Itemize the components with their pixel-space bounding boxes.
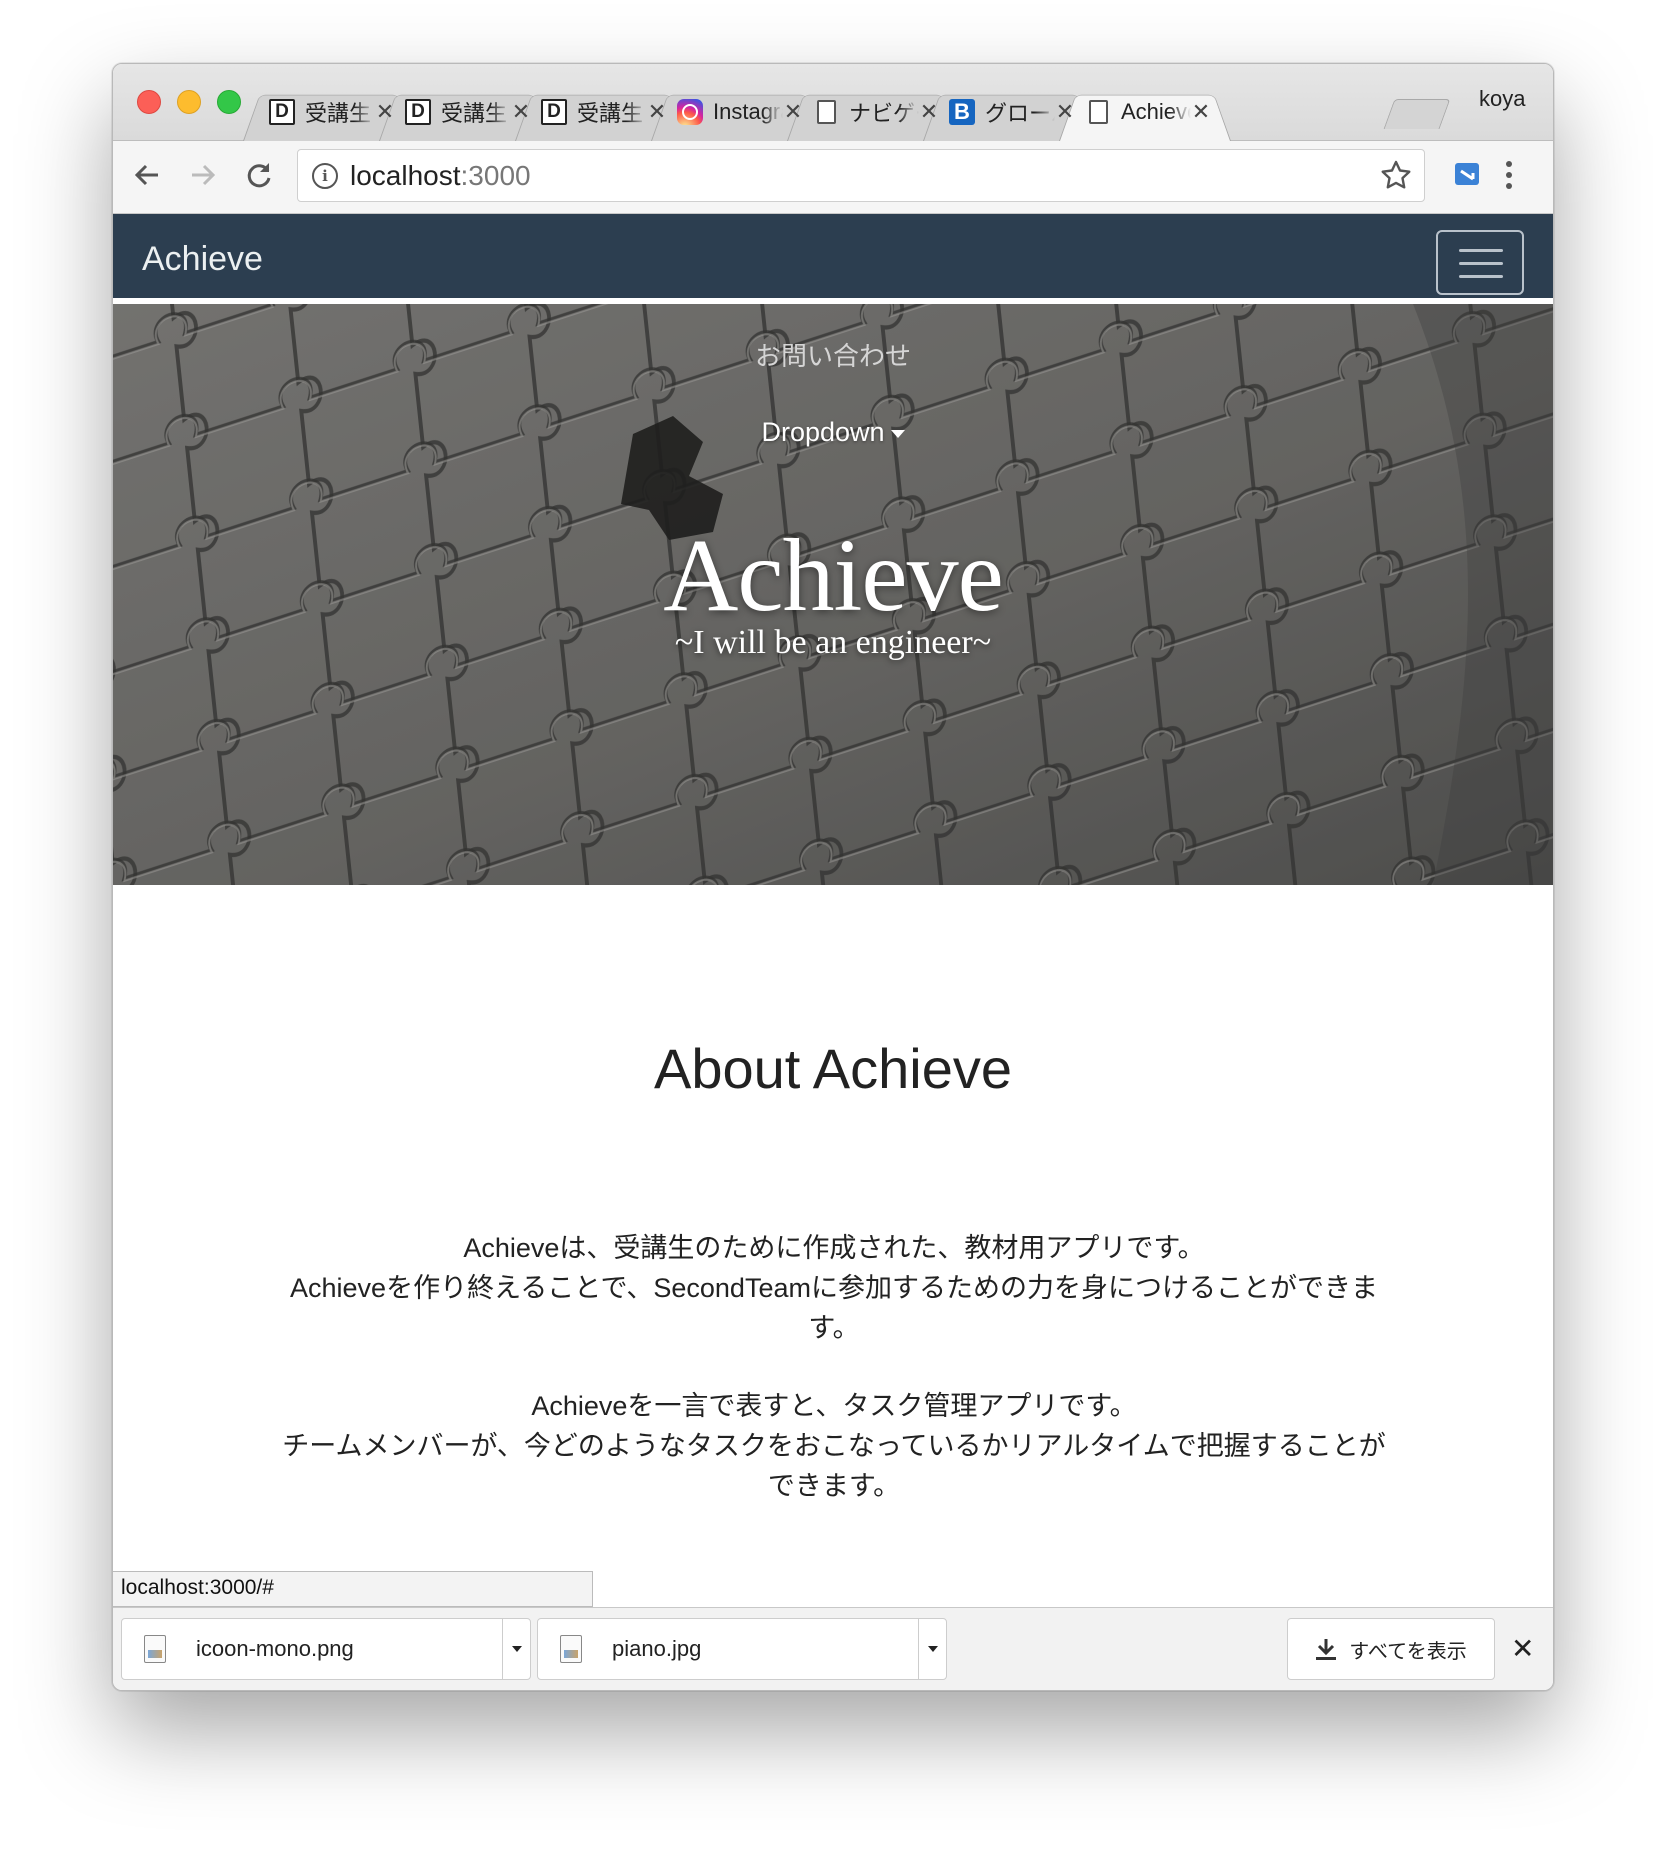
nav-dropdown-toggle[interactable]: Dropdown xyxy=(113,417,1553,448)
download-filename: icoon-mono.png xyxy=(196,1636,354,1661)
tab-7-active[interactable]: Achieve ✕ xyxy=(1065,82,1225,141)
address-bar[interactable]: i localhost:3000 xyxy=(297,149,1425,202)
show-all-label: すべてを表示 xyxy=(1349,1640,1467,1663)
download-icon xyxy=(1316,1639,1337,1660)
back-button[interactable] xyxy=(127,155,167,195)
site-brand[interactable]: Achieve xyxy=(142,240,263,279)
d-icon: D xyxy=(405,98,431,125)
bookmark-star-icon[interactable] xyxy=(1380,159,1412,196)
profile-name[interactable]: koya xyxy=(1479,86,1525,112)
nav-link-contact[interactable]: お問い合わせ xyxy=(113,336,1553,373)
show-all-downloads-button[interactable]: すべてを表示 xyxy=(1287,1618,1495,1680)
about-p2-line1: Achieveを一言で表すと、タスク管理アプリです。 xyxy=(531,1391,1137,1421)
close-icon[interactable]: ✕ xyxy=(783,99,803,125)
info-icon[interactable]: i xyxy=(312,162,338,189)
site-navbar: Achieve xyxy=(113,214,1553,301)
close-icon[interactable]: ✕ xyxy=(647,99,667,125)
about-p1-line2: Achieveを作り終えることで、SecondTeamに参加するための力を身につ… xyxy=(290,1273,1378,1343)
page-icon xyxy=(1085,99,1111,125)
hero-header: お問い合わせ Dropdown Achieve ~I will be an en… xyxy=(113,304,1553,885)
hero-subtitle: ~I will be an engineer~ xyxy=(674,624,992,661)
close-icon[interactable]: ✕ xyxy=(919,99,939,125)
arrow-left-icon xyxy=(134,164,158,186)
extension-icon[interactable] xyxy=(1453,159,1483,194)
d-icon: D xyxy=(541,98,567,125)
close-icon[interactable]: ✕ xyxy=(1191,99,1211,125)
tab-title: グローバル xyxy=(985,100,1055,126)
zoom-window-button[interactable] xyxy=(217,90,241,114)
new-tab-button[interactable] xyxy=(1383,99,1451,129)
close-icon[interactable]: ✕ xyxy=(1055,99,1075,125)
tab-strip: D 受講生 ✕ D 受講生 ✕ D 受講生 ✕ Instagram ✕ ナビゲー… xyxy=(113,64,1553,141)
instagram-icon xyxy=(677,98,703,125)
reload-icon xyxy=(247,163,271,188)
status-bar-url: localhost:3000/# xyxy=(113,1571,593,1607)
about-paragraph-1: Achieveは、受講生のために作成された、教材用アプリです。 Achieveを… xyxy=(273,1228,1395,1348)
close-icon[interactable]: ✕ xyxy=(511,99,531,125)
forward-button[interactable] xyxy=(183,155,223,195)
browser-toolbar: i localhost:3000 xyxy=(113,141,1553,214)
tab-title: Achieve xyxy=(1121,98,1191,124)
tab-title: ナビゲーション xyxy=(849,100,919,126)
download-item[interactable]: piano.jpg xyxy=(537,1618,947,1680)
about-p1-line1: Achieveは、受講生のために作成された、教材用アプリです。 xyxy=(463,1233,1205,1263)
dropdown-label: Dropdown xyxy=(761,417,885,447)
url-host: localhost xyxy=(350,159,461,191)
about-p2-line2: チームメンバーが、今どのようなタスクをおこなっているかリアルタイムで把握すること… xyxy=(282,1431,1386,1501)
b-icon: B xyxy=(949,98,975,125)
d-icon: D xyxy=(269,98,295,125)
tab-title: 受講生 xyxy=(305,100,372,126)
page-content: Achieve お問い合わせ Dropdown Achieve ~I will … xyxy=(113,214,1553,1632)
caret-down-icon xyxy=(890,429,905,438)
close-icon[interactable]: ✕ xyxy=(1511,1632,1534,1665)
download-item[interactable]: icoon-mono.png xyxy=(121,1618,531,1680)
downloads-shelf: icoon-mono.png piano.jpg すべてを表示 ✕ xyxy=(113,1607,1553,1690)
chevron-down-icon[interactable] xyxy=(502,1619,530,1679)
tab-title: 受講生 xyxy=(577,100,644,126)
image-file-icon xyxy=(560,1635,582,1663)
close-window-button[interactable] xyxy=(137,90,161,114)
about-heading: About Achieve xyxy=(653,1037,1013,1100)
image-file-icon xyxy=(144,1635,166,1663)
navbar-toggle-button[interactable] xyxy=(1436,230,1524,295)
arrow-right-icon xyxy=(192,164,216,186)
about-paragraph-2: Achieveを一言で表すと、タスク管理アプリです。 チームメンバーが、今どのよ… xyxy=(273,1386,1395,1506)
download-filename: piano.jpg xyxy=(612,1636,702,1661)
kebab-menu-icon[interactable] xyxy=(1503,157,1515,198)
chevron-down-icon[interactable] xyxy=(918,1619,946,1679)
reload-button[interactable] xyxy=(239,155,279,195)
page-icon xyxy=(813,99,839,125)
url-port: :3000 xyxy=(460,159,531,191)
hero-title: Achieve xyxy=(663,518,1003,633)
minimize-window-button[interactable] xyxy=(177,90,201,114)
browser-window: D 受講生 ✕ D 受講生 ✕ D 受講生 ✕ Instagram ✕ ナビゲー… xyxy=(112,63,1554,1691)
tab-title: Instagram xyxy=(713,98,783,124)
close-icon[interactable]: ✕ xyxy=(375,99,395,125)
tab-title: 受講生 xyxy=(441,100,508,126)
